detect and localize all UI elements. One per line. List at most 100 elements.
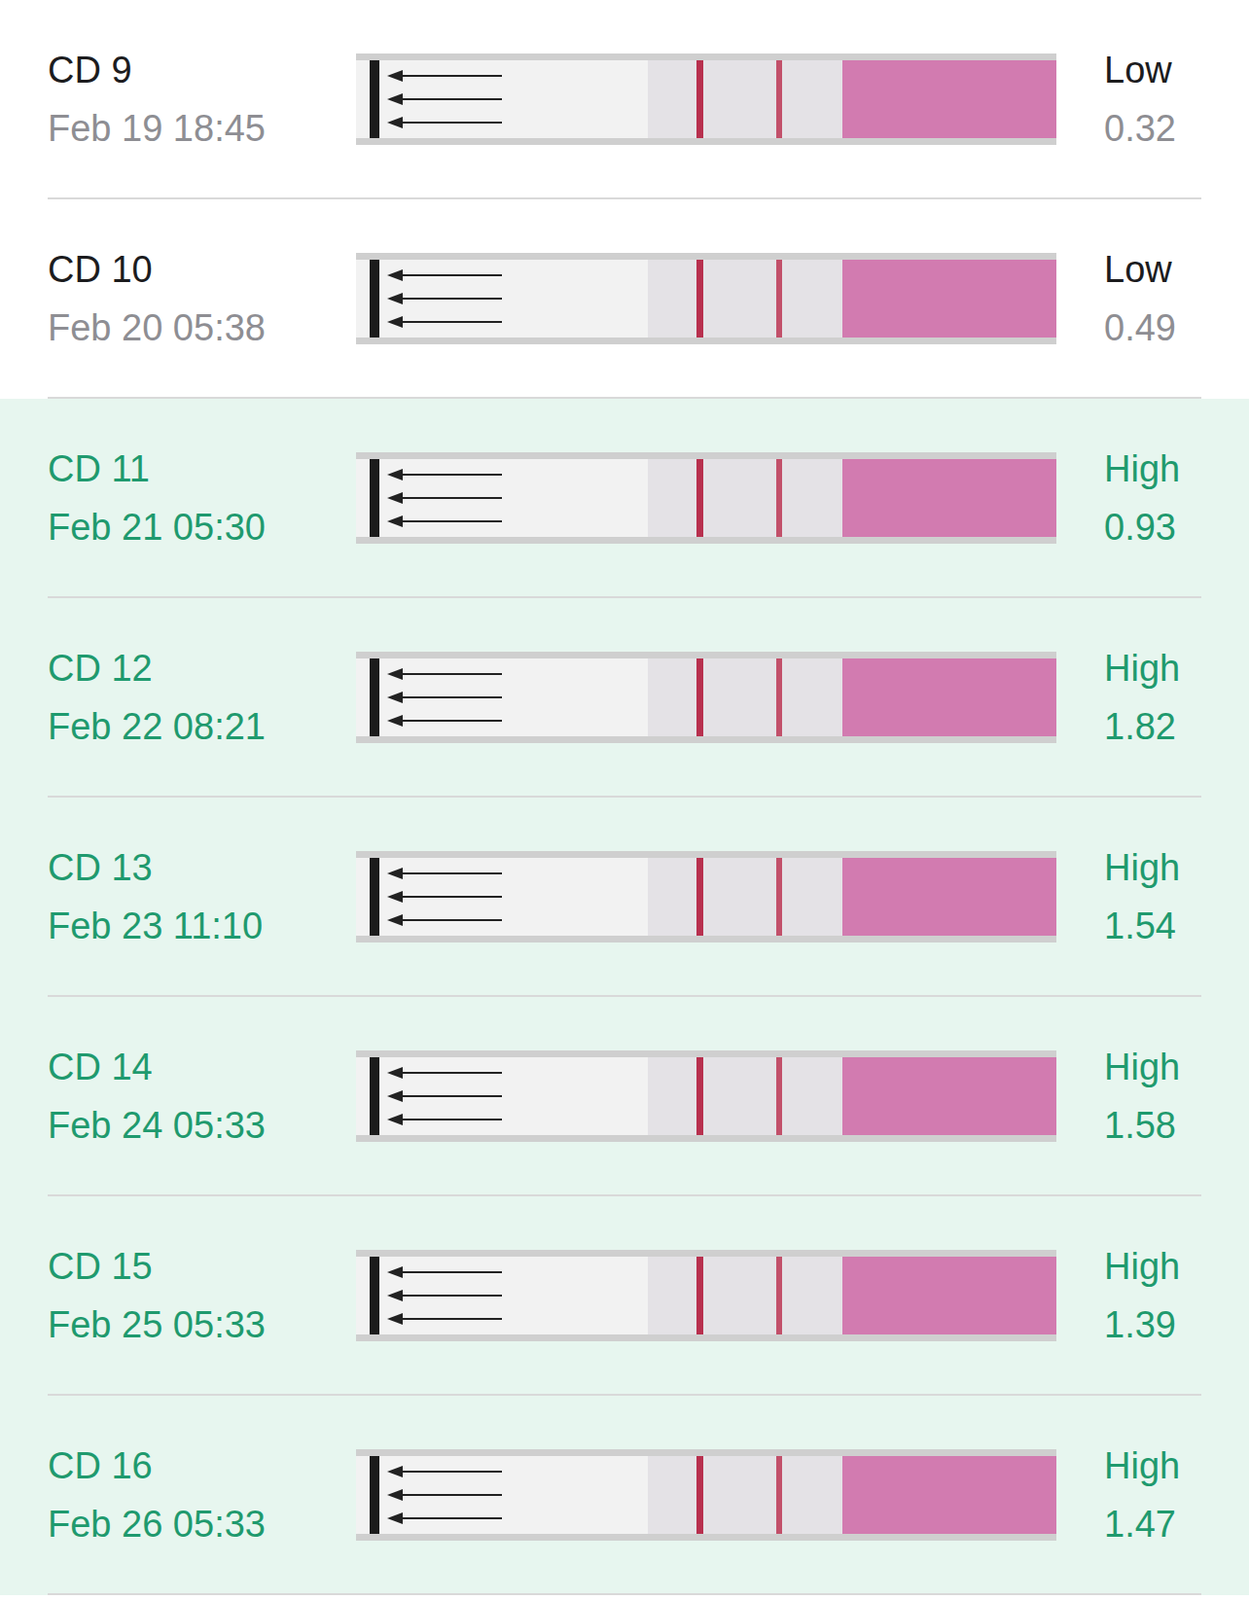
- test-result: Low 0.49: [1056, 248, 1177, 350]
- test-date: Feb 22 08:21: [47, 705, 357, 749]
- cycle-day: CD 11: [47, 447, 357, 491]
- test-line: [696, 1057, 704, 1136]
- result-label: High: [1104, 1444, 1180, 1488]
- test-list: CD 9Feb 19 18:45Low0.32CD 10Feb 20 05:38…: [0, 0, 1249, 1596]
- result-label: High: [1104, 1045, 1180, 1089]
- test-label: CD 16 Feb 26 05:33: [47, 1444, 357, 1546]
- strip-window: [647, 60, 843, 139]
- test-line: [696, 1256, 704, 1335]
- strip-end: [842, 259, 1057, 338]
- result-label: High: [1104, 646, 1180, 690]
- cycle-day: CD 15: [47, 1245, 357, 1288]
- strip-end: [842, 1256, 1057, 1335]
- test-result: High0.93: [1056, 447, 1180, 549]
- test-row[interactable]: CD 11 Feb 21 05:30 High0.93: [0, 398, 1249, 599]
- strip-end: [842, 1456, 1057, 1535]
- result-label: Low: [1104, 248, 1177, 291]
- strip-window: [647, 857, 843, 936]
- result-value: 1.47: [1104, 1502, 1180, 1546]
- strip-end: [842, 1057, 1057, 1136]
- test-strip-photo: [356, 252, 1057, 345]
- strip-handle: [356, 459, 648, 537]
- test-strip-photo: [356, 1249, 1057, 1342]
- test-line: [696, 658, 704, 737]
- test-line: [696, 857, 704, 936]
- test-row[interactable]: CD 15 Feb 25 05:33 High1.39: [0, 1196, 1249, 1396]
- test-row-content: CD 11 Feb 21 05:30 High0.93: [47, 398, 1202, 599]
- test-row[interactable]: CD 14Feb 24 05:33 High1.58: [0, 997, 1249, 1197]
- test-line: [696, 60, 704, 139]
- strip-window: [647, 459, 843, 537]
- test-row[interactable]: CD 10 Feb 20 05:38 Low 0.49: [0, 199, 1249, 399]
- test-date: Feb 25 05:33: [47, 1303, 357, 1347]
- test-label: CD 9 Feb 19 18:45: [47, 48, 357, 150]
- test-row[interactable]: CD 16 Feb 26 05:33 High 1.47: [0, 1395, 1249, 1596]
- test-result: High 1.47: [1056, 1444, 1180, 1546]
- arrows-icon: [356, 1256, 551, 1335]
- strip-end: [842, 658, 1057, 737]
- control-line: [776, 857, 783, 936]
- test-label: CD 11 Feb 21 05:30: [47, 447, 357, 549]
- test-label: CD 14Feb 24 05:33: [47, 1045, 357, 1147]
- test-row-content: CD 16 Feb 26 05:33 High 1.47: [47, 1395, 1202, 1596]
- result-label: High: [1104, 846, 1180, 890]
- control-line: [776, 60, 783, 139]
- test-line: [696, 259, 704, 338]
- cycle-day: CD 10: [47, 248, 357, 291]
- test-strip-photo: [356, 851, 1057, 943]
- result-value: 1.82: [1104, 705, 1180, 749]
- strip-handle: [356, 1256, 648, 1335]
- cycle-day: CD 16: [47, 1444, 357, 1488]
- control-line: [776, 1256, 783, 1335]
- strip-handle: [356, 658, 648, 737]
- cycle-day: CD 14: [47, 1045, 357, 1089]
- test-strip-photo: [356, 53, 1057, 145]
- strip-end: [842, 857, 1057, 936]
- test-result: High1.39: [1056, 1245, 1180, 1347]
- test-date: Feb 21 05:30: [47, 505, 357, 549]
- strip-window: [647, 1456, 843, 1535]
- test-date: Feb 19 18:45: [47, 107, 357, 150]
- test-row-content: CD 10 Feb 20 05:38 Low 0.49: [47, 199, 1202, 399]
- test-result: High1.58: [1056, 1045, 1180, 1147]
- test-label: CD 12 Feb 22 08:21: [47, 646, 357, 749]
- arrows-icon: [356, 459, 551, 537]
- arrows-icon: [356, 658, 551, 737]
- control-line: [776, 1057, 783, 1136]
- test-result: High 1.54: [1056, 846, 1180, 948]
- arrows-icon: [356, 1456, 551, 1535]
- test-row[interactable]: CD 12 Feb 22 08:21 High 1.82: [0, 598, 1249, 798]
- test-line: [696, 1456, 704, 1535]
- result-value: 1.54: [1104, 904, 1180, 948]
- test-row[interactable]: CD 9 Feb 19 18:45 Low0.32: [0, 0, 1249, 200]
- strip-end: [842, 60, 1057, 139]
- strip-handle: [356, 1057, 648, 1136]
- control-line: [776, 658, 783, 737]
- strip-handle: [356, 60, 648, 139]
- strip-window: [647, 259, 843, 338]
- arrows-icon: [356, 259, 551, 338]
- test-date: Feb 20 05:38: [47, 306, 357, 350]
- strip-window: [647, 658, 843, 737]
- test-result: Low0.32: [1056, 48, 1177, 150]
- test-row-content: CD 12 Feb 22 08:21 High 1.82: [47, 598, 1202, 798]
- control-line: [776, 459, 783, 537]
- test-line: [696, 459, 704, 537]
- control-line: [776, 1456, 783, 1535]
- test-strip-photo: [356, 452, 1057, 544]
- test-strip-photo: [356, 651, 1057, 744]
- cycle-day: CD 12: [47, 646, 357, 690]
- test-row-content: CD 15 Feb 25 05:33 High1.39: [47, 1196, 1202, 1396]
- arrows-icon: [356, 857, 551, 936]
- result-value: 1.39: [1104, 1303, 1180, 1347]
- test-result: High 1.82: [1056, 646, 1180, 749]
- result-value: 0.32: [1104, 107, 1177, 150]
- test-strip-photo: [356, 1050, 1057, 1142]
- result-value: 0.49: [1104, 306, 1177, 350]
- strip-handle: [356, 259, 648, 338]
- test-row[interactable]: CD 13Feb 23 11:10High1.54: [0, 797, 1249, 998]
- test-row-content: CD 9 Feb 19 18:45 Low0.32: [47, 0, 1202, 200]
- cycle-day: CD 9: [47, 48, 357, 92]
- test-date: Feb 26 05:33: [47, 1502, 357, 1546]
- result-label: High: [1104, 447, 1180, 491]
